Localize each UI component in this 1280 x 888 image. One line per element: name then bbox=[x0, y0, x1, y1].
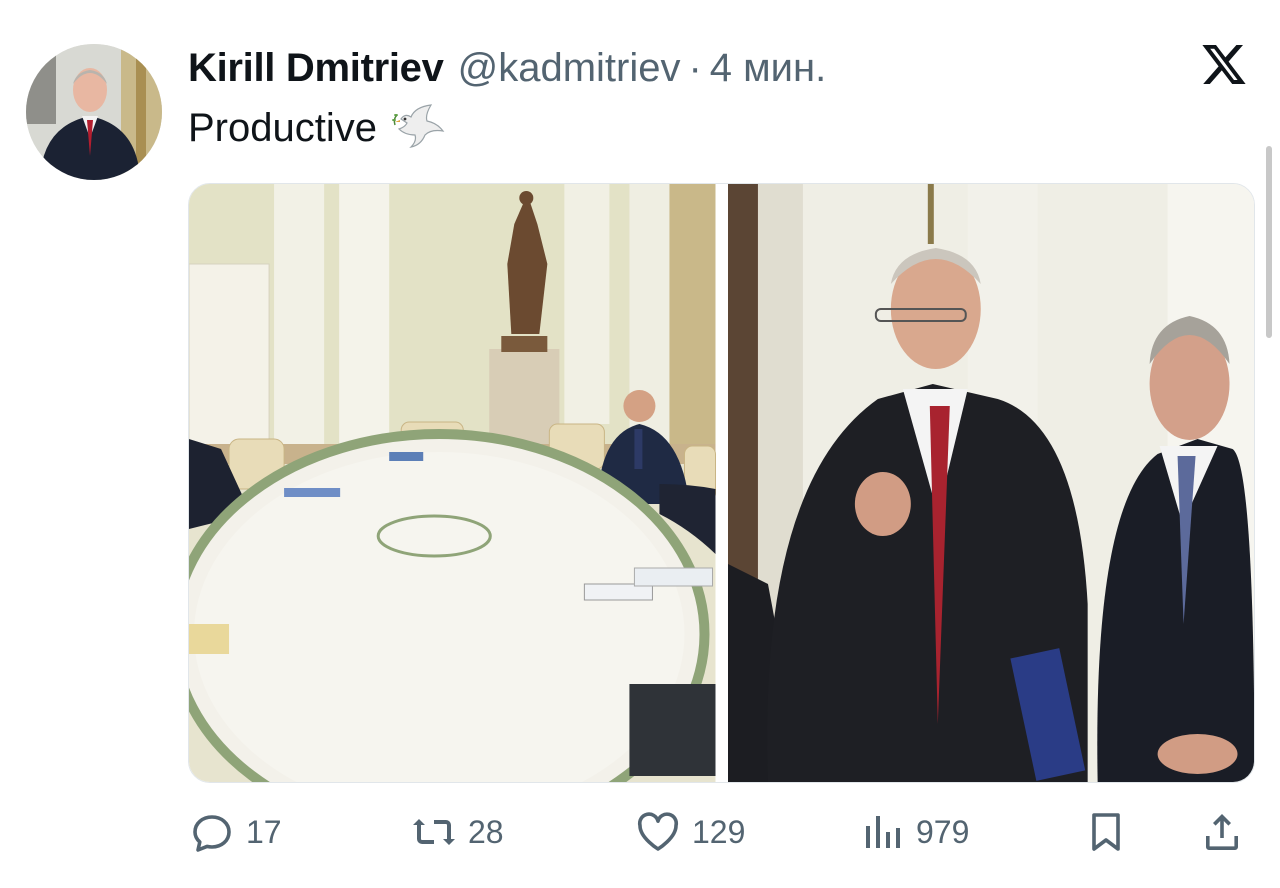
separator-dot: · bbox=[688, 45, 702, 90]
share-button[interactable] bbox=[1198, 800, 1246, 864]
bookmark-icon bbox=[1092, 813, 1120, 851]
author-name[interactable]: Kirill Dmitriev bbox=[188, 46, 444, 91]
scrollbar[interactable] bbox=[1266, 146, 1272, 338]
like-button[interactable]: 129 bbox=[634, 800, 745, 864]
dove-icon bbox=[391, 104, 445, 148]
views-button[interactable]: 979 bbox=[858, 800, 969, 864]
views-count: 979 bbox=[916, 813, 970, 850]
tweet-text: Productive bbox=[188, 98, 445, 158]
avatar-image bbox=[26, 44, 162, 180]
x-logo-icon[interactable] bbox=[1200, 40, 1248, 88]
views-icon bbox=[866, 816, 900, 848]
author-handle[interactable]: @kadmitriev bbox=[458, 46, 681, 91]
retweet-icon bbox=[413, 819, 455, 845]
photo-two-men[interactable] bbox=[727, 184, 1254, 782]
tweet-timestamp[interactable]: 4 мин. bbox=[710, 46, 826, 91]
tweet-media bbox=[188, 183, 1255, 783]
action-bar: 17 28 129 979 bbox=[188, 800, 1248, 864]
photo-meeting-table[interactable] bbox=[189, 184, 716, 782]
reply-button[interactable]: 17 bbox=[188, 800, 282, 864]
tweet-header: Kirill Dmitriev @kadmitriev · 4 мин. bbox=[188, 40, 826, 96]
reply-icon bbox=[193, 815, 231, 852]
share-icon bbox=[1206, 814, 1238, 850]
heart-icon bbox=[637, 812, 679, 851]
like-count: 129 bbox=[692, 813, 746, 850]
tweet-body: Productive bbox=[188, 105, 377, 150]
bookmark-button[interactable] bbox=[1082, 800, 1130, 864]
avatar[interactable] bbox=[26, 44, 162, 180]
retweet-button[interactable]: 28 bbox=[410, 800, 504, 864]
retweet-count: 28 bbox=[468, 813, 504, 850]
reply-count: 17 bbox=[246, 813, 282, 850]
